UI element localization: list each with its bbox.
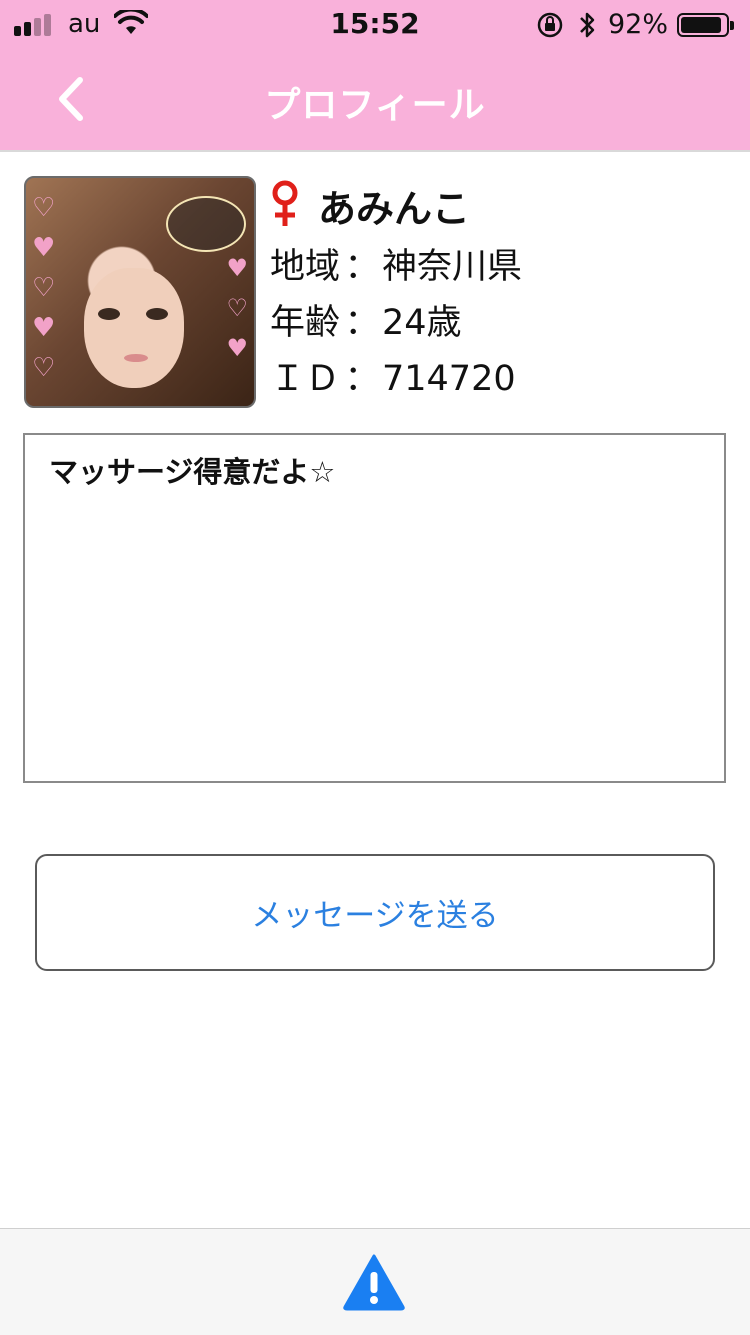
heart-decoration-icon: ♡ ♥ ♡ ♥ ♡ xyxy=(32,193,56,383)
warning-icon[interactable] xyxy=(342,1253,406,1311)
separator: ： xyxy=(344,359,380,399)
id-value: 714720 xyxy=(382,359,516,399)
eye-shape xyxy=(146,308,168,320)
avatar: ♡ ♥ ♡ ♥ ♡ ♥ ♡ ♥ xyxy=(24,176,256,408)
id-label: ＩＤ xyxy=(270,359,341,399)
id-row: ＩＤ ：714720 xyxy=(270,350,516,401)
region-row: 地域 ：神奈川県 xyxy=(270,238,522,289)
region-value: 神奈川県 xyxy=(382,247,523,287)
age-label: 年齢 xyxy=(270,303,341,343)
separator: ： xyxy=(344,303,380,343)
separator: ： xyxy=(344,247,380,287)
age-row: 年齢 ：24歳 xyxy=(270,294,462,345)
speech-bubble-decoration xyxy=(166,196,246,252)
send-message-button[interactable]: メッセージを送る xyxy=(35,854,715,971)
battery-nub xyxy=(730,21,734,30)
status-bar: au 15:52 92% xyxy=(0,0,750,52)
heart-decoration-icon: ♥ ♡ ♥ xyxy=(226,254,248,362)
bio-box: マッサージ得意だよ☆ xyxy=(23,433,726,783)
battery-icon xyxy=(677,13,734,37)
eye-shape xyxy=(98,308,120,320)
battery-percent: 92% xyxy=(608,9,669,40)
region-label: 地域 xyxy=(270,247,341,287)
page-title: プロフィール xyxy=(264,85,486,126)
bio-text: マッサージ得意だよ☆ xyxy=(49,455,336,489)
battery-fill xyxy=(681,17,721,33)
female-icon xyxy=(272,180,298,226)
rotation-lock-icon xyxy=(537,12,563,38)
mouth-shape xyxy=(124,354,148,362)
profile-name: あみんこ xyxy=(318,187,471,231)
face-illustration xyxy=(84,268,184,388)
age-value: 24歳 xyxy=(382,303,462,343)
bluetooth-icon xyxy=(580,12,595,38)
bottom-toolbar xyxy=(0,1228,750,1335)
header-bar: au 15:52 92% プロフィール xyxy=(0,0,750,152)
